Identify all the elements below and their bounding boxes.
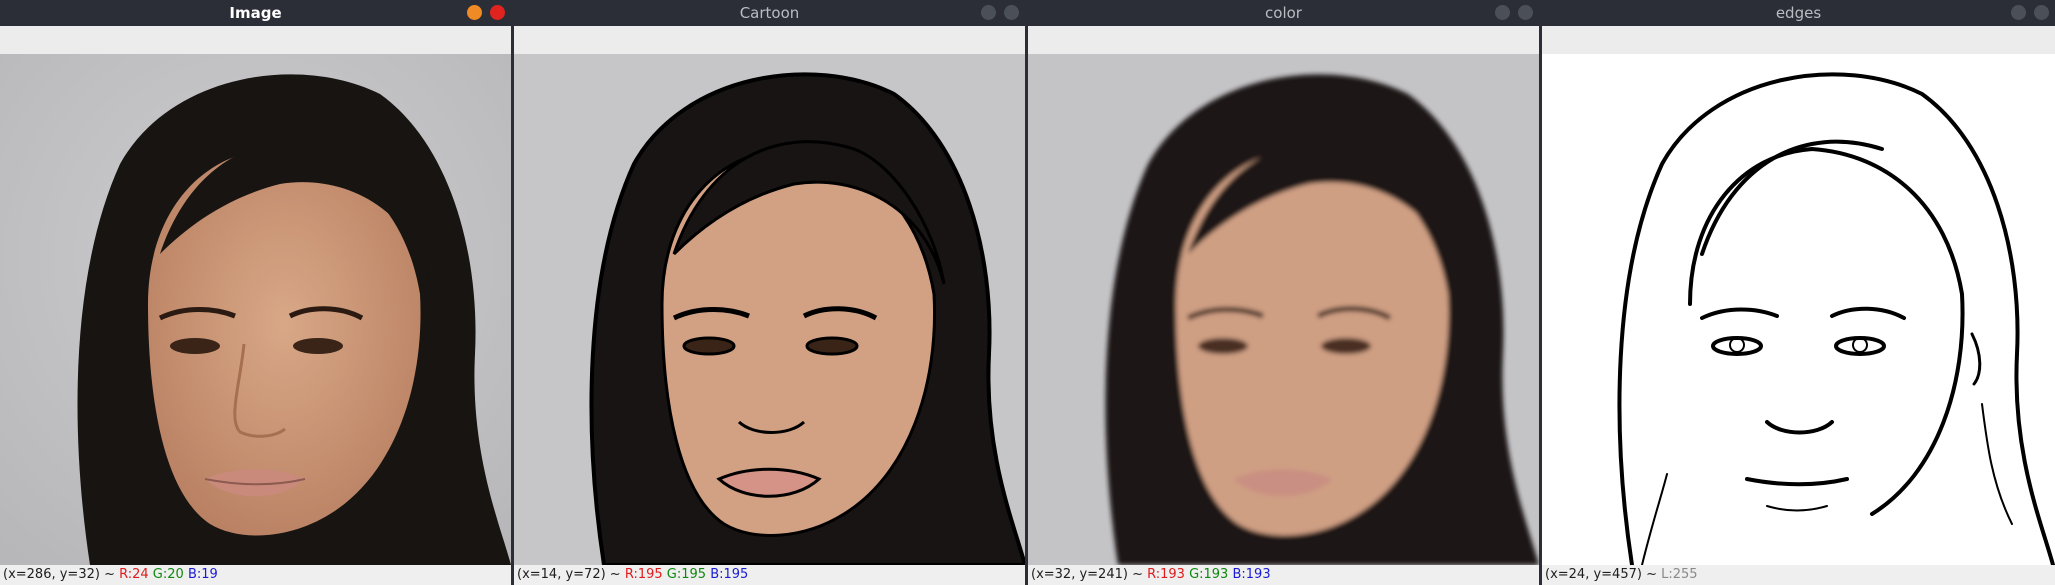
titlebar[interactable]: Cartoon <box>514 0 1025 26</box>
titlebar[interactable]: edges <box>1542 0 2055 26</box>
window-title: Image <box>229 4 282 22</box>
toolbar <box>514 26 1025 55</box>
status-green: G:193 <box>1189 567 1229 582</box>
status-luminance: L:255 <box>1661 567 1698 582</box>
window-image: Image (x=286, y=32) ~ R:24 G:20 B:19 <box>0 0 511 585</box>
status-coords: (x=24, y=457) ~ <box>1545 567 1662 582</box>
status-blue: B:193 <box>1232 567 1271 582</box>
status-coords: (x=32, y=241) ~ <box>1031 567 1148 582</box>
window-edges: edges (x=24, y=457) ~ L:255 <box>1542 0 2055 585</box>
image-canvas[interactable] <box>0 54 511 565</box>
close-icon[interactable] <box>1518 5 1533 20</box>
window-cartoon: Cartoon (x=14, y=72) ~ R:195 G:195 B:195 <box>514 0 1025 585</box>
window-title: edges <box>1775 4 1822 22</box>
minimize-icon[interactable] <box>981 5 996 20</box>
toolbar <box>1542 26 2055 55</box>
close-icon[interactable] <box>490 5 505 20</box>
color-canvas[interactable] <box>1028 54 1539 565</box>
status-blue: B:195 <box>710 567 749 582</box>
status-red: R:193 <box>1147 567 1185 582</box>
cartoon-canvas[interactable] <box>514 54 1025 565</box>
window-title: Cartoon <box>739 4 800 22</box>
close-icon[interactable] <box>2034 5 2049 20</box>
status-coords: (x=14, y=72) ~ <box>517 567 625 582</box>
titlebar[interactable]: Image <box>0 0 511 26</box>
minimize-icon[interactable] <box>2011 5 2026 20</box>
close-icon[interactable] <box>1004 5 1019 20</box>
status-green: G:20 <box>152 567 184 582</box>
toolbar <box>0 26 511 55</box>
titlebar[interactable]: color <box>1028 0 1539 26</box>
window-color: color (x=32, y=241) ~ R:193 G:193 B:193 <box>1028 0 1539 585</box>
status-red: R:24 <box>119 567 149 582</box>
status-bar: (x=286, y=32) ~ R:24 G:20 B:19 <box>0 565 511 585</box>
toolbar <box>1028 26 1539 55</box>
window-title: color <box>1265 4 1302 22</box>
status-bar: (x=14, y=72) ~ R:195 G:195 B:195 <box>514 565 1025 585</box>
minimize-icon[interactable] <box>1495 5 1510 20</box>
minimize-icon[interactable] <box>467 5 482 20</box>
edges-canvas[interactable] <box>1542 54 2055 565</box>
status-bar: (x=24, y=457) ~ L:255 <box>1542 565 2055 585</box>
status-bar: (x=32, y=241) ~ R:193 G:193 B:193 <box>1028 565 1539 585</box>
status-coords: (x=286, y=32) ~ <box>3 567 120 582</box>
status-red: R:195 <box>624 567 663 582</box>
status-green: G:195 <box>666 567 707 582</box>
status-blue: B:19 <box>187 567 218 582</box>
